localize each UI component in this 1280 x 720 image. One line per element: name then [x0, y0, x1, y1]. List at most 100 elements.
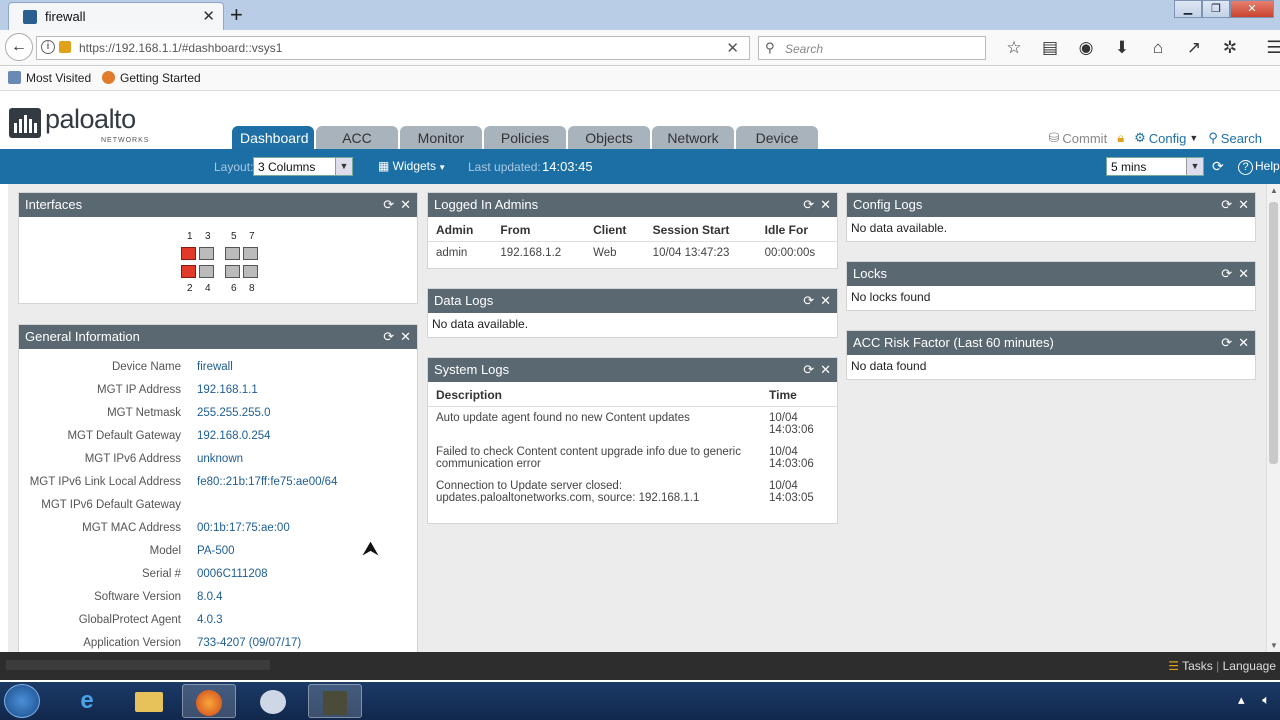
- port-8-down[interactable]: [243, 265, 258, 278]
- close-icon[interactable]: ✕: [820, 197, 831, 212]
- refresh-icon[interactable]: ⟳: [1212, 158, 1224, 175]
- port-6-down[interactable]: [225, 265, 240, 278]
- column-header: Session Start: [644, 217, 757, 242]
- firefox-taskbar-icon[interactable]: [182, 684, 236, 718]
- log-date: 10/04: [769, 446, 798, 458]
- layout-select[interactable]: 3 Columns ▼: [253, 157, 353, 176]
- dashboard-content: Interfaces ⟳ ✕ 1 3 5 7 2 4 6 8 General In…: [8, 184, 1266, 652]
- table-row[interactable]: Failed to check Content content upgrade …: [428, 441, 837, 475]
- table-row[interactable]: Connection to Update server closed: upda…: [428, 475, 837, 509]
- tab-network[interactable]: Network: [652, 126, 734, 149]
- close-icon[interactable]: ✕: [1238, 266, 1249, 281]
- info-key: Device Name: [111, 361, 181, 373]
- close-icon[interactable]: ✕: [1238, 335, 1249, 350]
- extension-icon[interactable]: ✲: [1212, 38, 1248, 58]
- scroll-up-icon[interactable]: ▲: [1270, 186, 1278, 195]
- volume-icon[interactable]: 🔈︎: [1262, 692, 1270, 707]
- commit-button[interactable]: ⛁ Commit: [1049, 130, 1108, 146]
- info-icon[interactable]: i: [41, 40, 55, 54]
- ie-icon[interactable]: e: [60, 684, 114, 718]
- close-icon[interactable]: ✕: [1238, 197, 1249, 212]
- info-value: 255.255.255.0: [197, 407, 271, 419]
- close-icon[interactable]: ✕: [820, 293, 831, 308]
- table-row[interactable]: admin 192.168.1.2 Web 10/04 13:47:23 00:…: [428, 242, 837, 265]
- logged-in-admins-widget: Logged In Admins ⟳ ✕ Admin From Client Se…: [427, 192, 838, 269]
- scrollbar-thumb[interactable]: [1269, 202, 1278, 464]
- tab-device[interactable]: Device: [736, 126, 818, 149]
- window-close-button[interactable]: ✕: [1230, 0, 1274, 18]
- commit-icon: ⛁: [1048, 130, 1060, 145]
- language-button[interactable]: Language: [1223, 659, 1276, 673]
- close-tab-icon[interactable]: ✕: [202, 7, 215, 25]
- bookmark-most-visited[interactable]: Most Visited: [8, 71, 91, 85]
- port-1-up[interactable]: [181, 247, 196, 260]
- port-4-down[interactable]: [199, 265, 214, 278]
- refresh-interval-select[interactable]: 5 mins ▼: [1106, 157, 1204, 176]
- help-button[interactable]: ? Help: [1238, 159, 1280, 175]
- refresh-icon[interactable]: ⟳: [803, 293, 814, 308]
- refresh-icon[interactable]: ⟳: [1221, 266, 1232, 281]
- tab-policies[interactable]: Policies: [484, 126, 566, 149]
- config-menu[interactable]: ⚙ Config ▼: [1134, 130, 1198, 146]
- port-number: 5: [231, 231, 237, 242]
- refresh-icon[interactable]: ⟳: [803, 197, 814, 212]
- browser-search-input[interactable]: ⚲ Search: [758, 36, 986, 60]
- browser-tab[interactable]: firewall ✕: [8, 2, 224, 30]
- interfaces-widget: Interfaces ⟳ ✕ 1 3 5 7 2 4 6 8: [18, 192, 418, 304]
- search-icon: ⚲: [1208, 130, 1218, 145]
- file-explorer-icon[interactable]: [122, 684, 176, 718]
- close-icon[interactable]: ✕: [400, 197, 411, 212]
- new-tab-icon[interactable]: +: [230, 2, 243, 28]
- reading-list-icon[interactable]: ▤: [1032, 38, 1068, 58]
- url-bar[interactable]: i https://192.168.1.1/#dashboard::vsys1 …: [36, 36, 750, 60]
- bookmark-getting-started[interactable]: Getting Started: [102, 71, 201, 85]
- system-logs-widget: System Logs ⟳ ✕ Description Time Auto upd…: [427, 357, 838, 524]
- bookmark-star-icon[interactable]: ☆: [996, 38, 1032, 58]
- config-icon: ⚙: [1134, 130, 1146, 145]
- tray-expand-icon[interactable]: ▴: [1238, 692, 1245, 707]
- refresh-icon[interactable]: ⟳: [1221, 335, 1232, 350]
- chevron-down-icon: ▼: [1186, 158, 1203, 175]
- back-arrow-icon[interactable]: ←: [5, 33, 33, 61]
- minimize-button[interactable]: ▁: [1174, 0, 1202, 18]
- lock-warning-icon[interactable]: [59, 41, 71, 53]
- tab-objects[interactable]: Objects: [568, 126, 650, 149]
- widgets-menu[interactable]: ▦ Widgets ▼: [378, 159, 446, 173]
- port-5-down[interactable]: [225, 247, 240, 260]
- dashboard-toolbar: Layout: 3 Columns ▼ ▦ Widgets ▼ Last upd…: [0, 149, 1280, 184]
- tab-dashboard[interactable]: Dashboard: [232, 126, 314, 149]
- port-3-down[interactable]: [199, 247, 214, 260]
- network-app-icon[interactable]: [246, 684, 300, 718]
- pocket-icon[interactable]: ◉: [1068, 38, 1104, 58]
- refresh-icon[interactable]: ⟳: [1221, 197, 1232, 212]
- download-icon[interactable]: ⬇: [1104, 38, 1140, 58]
- last-updated-label: Last updated:: [468, 160, 541, 174]
- page-scrollbar[interactable]: ▲ ▼: [1266, 184, 1280, 652]
- main-tabs: Dashboard ACC Monitor Policies Objects N…: [232, 126, 818, 149]
- clear-url-icon[interactable]: ✕: [726, 39, 739, 57]
- refresh-icon[interactable]: ⟳: [383, 329, 394, 344]
- refresh-icon[interactable]: ⟳: [383, 197, 394, 212]
- menu-hamburger-icon[interactable]: ☰: [1256, 38, 1280, 58]
- tasks-button[interactable]: ☰ Tasks: [1168, 659, 1213, 673]
- recorder-app-icon[interactable]: [308, 684, 362, 718]
- close-icon[interactable]: ✕: [400, 329, 411, 344]
- info-row: MGT IP Address 192.168.1.1: [19, 384, 419, 404]
- port-2-up[interactable]: [181, 265, 196, 278]
- port-7-down[interactable]: [243, 247, 258, 260]
- column-header: Admin: [428, 217, 493, 242]
- search-button[interactable]: ⚲ Search: [1208, 130, 1262, 146]
- tab-acc[interactable]: ACC: [316, 126, 398, 149]
- tab-monitor[interactable]: Monitor: [400, 126, 482, 149]
- admins-table: Admin From Client Session Start Idle For…: [428, 217, 837, 264]
- browser-toolbar-icons: ☆ ▤ ◉ ⬇ ⌂ ↗ ✲ ☰: [996, 38, 1280, 58]
- home-icon[interactable]: ⌂: [1140, 38, 1176, 58]
- maximize-button[interactable]: ❐: [1202, 0, 1230, 18]
- start-button-icon[interactable]: [4, 684, 40, 718]
- lock-button[interactable]: 🔒︎: [1117, 130, 1124, 146]
- table-row[interactable]: Auto update agent found no new Content u…: [428, 407, 837, 442]
- scroll-down-icon[interactable]: ▼: [1270, 641, 1278, 650]
- refresh-icon[interactable]: ⟳: [803, 362, 814, 377]
- sync-icon[interactable]: ↗: [1176, 38, 1212, 58]
- close-icon[interactable]: ✕: [820, 362, 831, 377]
